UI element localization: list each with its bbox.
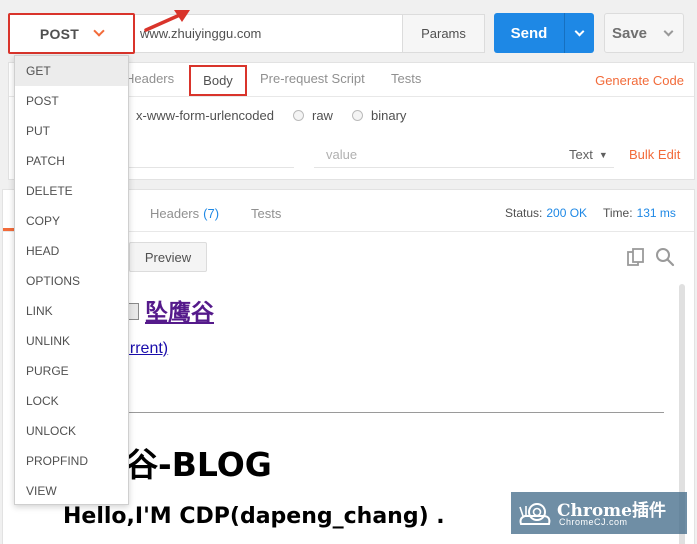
radio-raw[interactable]: [293, 110, 304, 121]
watermark: Chrome插件 ChromeCJ.com: [511, 492, 687, 534]
tab-headers[interactable]: Headers: [125, 71, 174, 86]
response-time: Time: 131 ms: [603, 206, 676, 220]
status-value: 200 OK: [546, 206, 588, 220]
body-type-urlencoded[interactable]: x-www-form-urlencoded: [136, 108, 274, 123]
copy-icon[interactable]: [627, 248, 645, 266]
hello-heading: Hello,I'M CDP(dapeng_chang) .: [63, 504, 445, 529]
search-icon[interactable]: [655, 247, 675, 267]
body-type-raw-label: raw: [312, 108, 333, 123]
request-bar: POST Params Send Save: [0, 0, 697, 62]
method-menu-item-view[interactable]: VIEW: [15, 476, 128, 506]
tab-pre-request-script[interactable]: Pre-request Script: [260, 71, 365, 86]
chevron-down-icon: [574, 26, 585, 36]
method-dropdown-menu: GET POST PUT PATCH DELETE COPY HEAD OPTIONS LINK…: [14, 55, 129, 505]
method-menu-item-propfind[interactable]: PROPFIND: [15, 446, 128, 476]
value-type-label: Text: [569, 147, 593, 162]
chevron-down-icon: [93, 25, 105, 37]
annotation-arrow-icon: [144, 10, 190, 32]
response-tab-tests[interactable]: Tests: [251, 206, 281, 221]
generate-code-link[interactable]: Generate Code: [595, 73, 684, 88]
params-button[interactable]: Params: [402, 14, 485, 53]
response-status: Status: 200 OK: [505, 206, 587, 220]
body-type-raw[interactable]: raw: [293, 108, 333, 123]
response-headers-count: (7): [203, 206, 220, 221]
watermark-subtitle: ChromeCJ.com: [559, 517, 628, 527]
send-options-button[interactable]: [564, 13, 594, 53]
time-label: Time:: [603, 206, 633, 220]
chevron-down-icon: [663, 26, 674, 36]
tab-body[interactable]: Body: [189, 65, 247, 96]
method-menu-item-options[interactable]: OPTIONS: [15, 266, 128, 296]
method-menu-item-link[interactable]: LINK: [15, 296, 128, 326]
method-menu-item-head[interactable]: HEAD: [15, 236, 128, 266]
save-options-button[interactable]: [654, 13, 684, 53]
save-button[interactable]: Save: [604, 13, 655, 53]
bulk-edit-link[interactable]: Bulk Edit: [629, 147, 680, 162]
response-headers-label: Headers: [150, 206, 200, 221]
response-tab-headers[interactable]: Headers (7): [150, 206, 219, 221]
method-menu-item-lock[interactable]: LOCK: [15, 386, 128, 416]
method-menu-item-post[interactable]: POST: [15, 86, 128, 116]
method-menu-item-purge[interactable]: PURGE: [15, 356, 128, 386]
caret-down-icon: ▼: [598, 150, 608, 160]
value-type-select[interactable]: Text ▼: [569, 147, 608, 162]
radio-binary[interactable]: [352, 110, 363, 121]
method-menu-item-copy[interactable]: COPY: [15, 206, 128, 236]
blog-title: 谷-BLOG: [125, 445, 272, 484]
value-input[interactable]: value: [326, 147, 357, 162]
method-menu-item-patch[interactable]: PATCH: [15, 146, 128, 176]
method-menu-item-unlink[interactable]: UNLINK: [15, 326, 128, 356]
method-menu-item-get[interactable]: GET: [15, 56, 128, 86]
method-label: POST: [39, 25, 80, 42]
tab-tests[interactable]: Tests: [391, 71, 421, 86]
value-input-underline: [314, 167, 614, 168]
body-type-urlencoded-label: x-www-form-urlencoded: [136, 108, 274, 123]
method-menu-item-delete[interactable]: DELETE: [15, 176, 128, 206]
preview-button[interactable]: Preview: [129, 242, 207, 272]
status-label: Status:: [505, 206, 543, 220]
key-input[interactable]: [129, 167, 294, 168]
method-menu-item-put[interactable]: PUT: [15, 116, 128, 146]
body-type-binary[interactable]: binary: [352, 108, 406, 123]
time-value: 131 ms: [636, 206, 676, 220]
send-button[interactable]: Send: [494, 13, 564, 53]
body-type-binary-label: binary: [371, 108, 407, 123]
method-menu-item-unlock[interactable]: UNLOCK: [15, 416, 128, 446]
method-select-button[interactable]: POST: [8, 13, 135, 54]
site-home-link[interactable]: 坠鹰谷: [145, 293, 214, 327]
preview-divider: [129, 412, 664, 413]
snail-logo-icon: [519, 503, 551, 525]
